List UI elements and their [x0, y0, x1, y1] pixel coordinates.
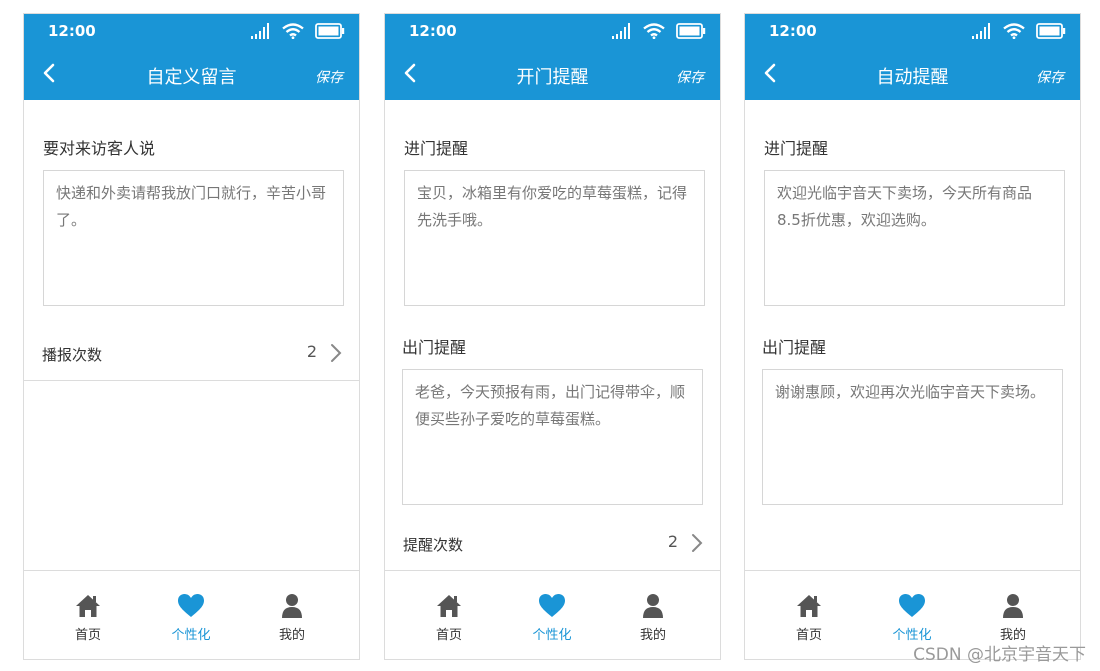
reminder-count-row[interactable]: 提醒次数 2: [385, 521, 720, 565]
tab-mine[interactable]: 我的: [608, 593, 698, 643]
battery-icon: [676, 23, 706, 39]
watermark-text: CSDN @北京宇音天下: [913, 645, 1086, 665]
enter-reminder-textarea[interactable]: 宝贝，冰箱里有你爱吃的草莓蛋糕，记得先洗手哦。: [404, 170, 705, 306]
wifi-icon: [643, 23, 665, 39]
exit-reminder-label: 出门提醒: [402, 338, 467, 357]
tab-mine-label: 我的: [639, 628, 666, 643]
bottom-tab-bar: 首页 个性化 我的: [385, 570, 720, 659]
wifi-icon: [1003, 23, 1025, 39]
save-button[interactable]: 保存: [315, 67, 343, 87]
divider: [24, 380, 359, 381]
nav-bar: 自定义留言 保存: [24, 48, 359, 100]
tab-personalize-label: 个性化: [171, 628, 211, 643]
heart-icon: [899, 594, 925, 617]
reminder-count-label: 提醒次数: [403, 536, 464, 554]
broadcast-count-value: 2: [306, 342, 317, 361]
heart-icon: [539, 594, 565, 617]
tab-home-label: 首页: [435, 628, 462, 643]
page-title: 开门提醒: [516, 67, 589, 88]
broadcast-count-row[interactable]: 播报次数 2: [24, 331, 359, 375]
tab-mine[interactable]: 我的: [247, 593, 337, 643]
nav-bar: 自动提醒 保存: [745, 48, 1080, 100]
status-time: 12:00: [409, 22, 457, 40]
tab-home[interactable]: 首页: [43, 593, 133, 643]
chevron-right-icon: [331, 344, 342, 362]
heart-icon: [178, 594, 204, 617]
status-bar: 12:00: [745, 14, 1080, 48]
page-title: 自定义留言: [146, 67, 237, 88]
message-textarea[interactable]: 快递和外卖请帮我放门口就行，辛苦小哥了。: [43, 170, 344, 306]
tab-personalize-label: 个性化: [532, 628, 572, 643]
exit-reminder-label: 出门提醒: [762, 338, 827, 357]
tab-personalize[interactable]: 个性化: [867, 593, 957, 643]
tab-personalize[interactable]: 个性化: [146, 593, 236, 643]
tab-home[interactable]: 首页: [764, 593, 854, 643]
tab-personalize[interactable]: 个性化: [507, 593, 597, 643]
broadcast-count-label: 播报次数: [42, 346, 103, 364]
user-icon: [282, 594, 302, 618]
page-title: 自动提醒: [876, 67, 949, 88]
user-icon: [1003, 594, 1023, 618]
reminder-count-value: 2: [667, 532, 678, 551]
status-time: 12:00: [48, 22, 96, 40]
status-bar: 12:00: [24, 14, 359, 48]
tab-home[interactable]: 首页: [404, 593, 494, 643]
battery-icon: [315, 23, 345, 39]
signal-icon: [972, 23, 990, 39]
tab-mine-label: 我的: [278, 628, 305, 643]
home-icon: [437, 595, 461, 617]
enter-reminder-label: 进门提醒: [764, 139, 829, 158]
phone-screen-auto-reminder: 12:00 自动提醒 保存 进门提醒 欢迎光临宇音天下卖场，今天所有商品8.5折…: [744, 13, 1081, 660]
phone-screen-door-open-reminder: 12:00 开门提醒 保存 进门提醒 宝贝，冰箱里有你爱吃的草莓蛋糕，记得先洗手…: [384, 13, 721, 660]
home-icon: [797, 595, 821, 617]
user-icon: [643, 594, 663, 618]
wifi-icon: [282, 23, 304, 39]
status-bar: 12:00: [385, 14, 720, 48]
tab-home-label: 首页: [795, 628, 822, 643]
signal-icon: [612, 23, 630, 39]
bottom-tab-bar: 首页 个性化 我的: [24, 570, 359, 659]
home-icon: [76, 595, 100, 617]
status-time: 12:00: [769, 22, 817, 40]
message-field-label: 要对来访客人说: [43, 139, 156, 158]
exit-reminder-textarea[interactable]: 谢谢惠顾，欢迎再次光临宇音天下卖场。: [762, 369, 1063, 505]
chevron-right-icon: [692, 534, 703, 552]
signal-icon: [251, 23, 269, 39]
enter-reminder-textarea[interactable]: 欢迎光临宇音天下卖场，今天所有商品8.5折优惠，欢迎选购。: [764, 170, 1065, 306]
save-button[interactable]: 保存: [1036, 67, 1064, 87]
battery-icon: [1036, 23, 1066, 39]
nav-bar: 开门提醒 保存: [385, 48, 720, 100]
phone-screen-custom-message: 12:00 自定义留言 保存 要对来访客人说 快递和外卖请帮我放门口就行，辛苦小…: [23, 13, 360, 660]
tab-mine[interactable]: 我的: [968, 593, 1058, 643]
tab-home-label: 首页: [74, 628, 101, 643]
enter-reminder-label: 进门提醒: [404, 139, 469, 158]
save-button[interactable]: 保存: [676, 67, 704, 87]
exit-reminder-textarea[interactable]: 老爸，今天预报有雨，出门记得带伞，顺便买些孙子爱吃的草莓蛋糕。: [402, 369, 703, 505]
